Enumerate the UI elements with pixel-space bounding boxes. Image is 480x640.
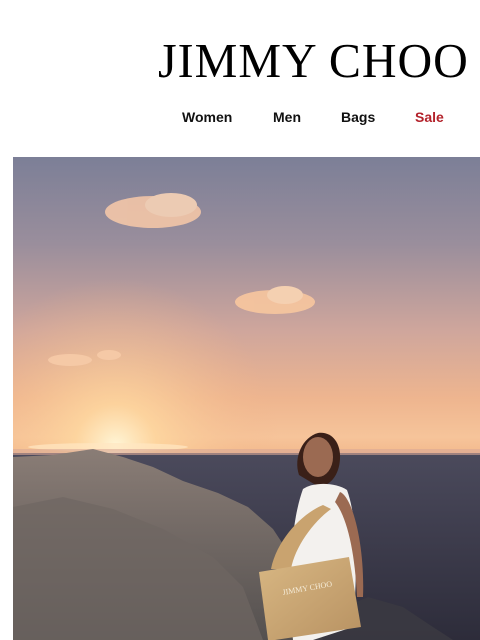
nav-link-men[interactable]: Men <box>273 108 301 126</box>
nav-link-bags[interactable]: Bags <box>341 108 375 126</box>
hero-campaign-image: JIMMY CHOO <box>13 157 480 640</box>
email-header: JIMMY CHOO Women Men Bags Sale <box>0 0 480 157</box>
main-nav: Women Men Bags Sale <box>0 108 480 128</box>
nav-link-women[interactable]: Women <box>182 108 232 126</box>
brand-logo[interactable]: JIMMY CHOO <box>158 30 468 92</box>
hero-image-link[interactable]: JIMMY CHOO <box>13 157 480 640</box>
nav-link-sale[interactable]: Sale <box>415 108 444 126</box>
